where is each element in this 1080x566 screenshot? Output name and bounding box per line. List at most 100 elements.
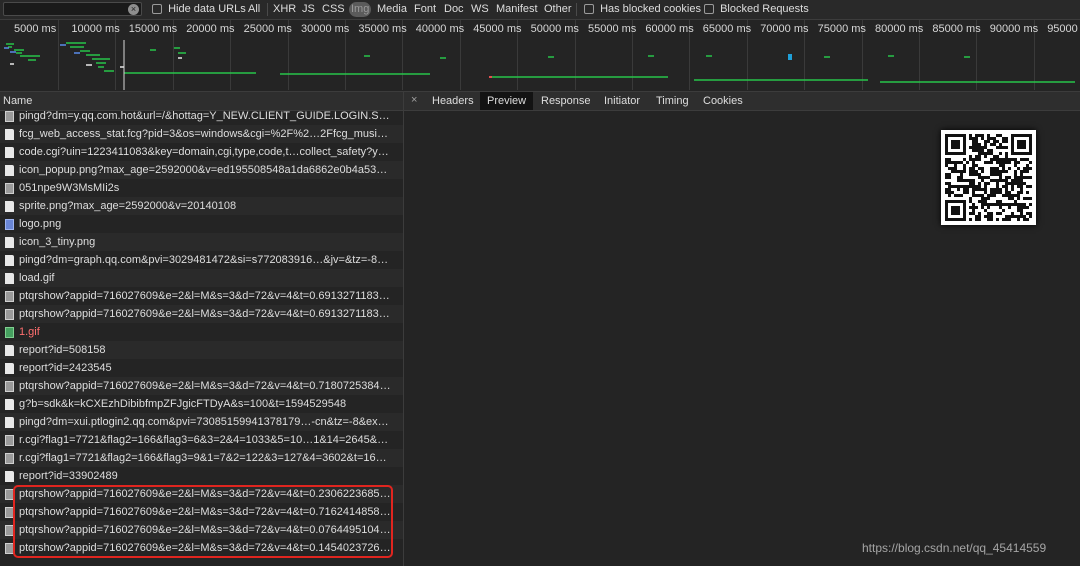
filter-type-all[interactable]: All	[246, 2, 262, 17]
filter-type-media[interactable]: Media	[375, 2, 409, 17]
qr-module	[978, 188, 981, 191]
qr-module	[990, 149, 993, 152]
qr-module	[990, 191, 993, 194]
image-icon	[5, 291, 14, 302]
qr-module	[1026, 167, 1029, 170]
qr-module	[981, 170, 984, 173]
tab-cookies[interactable]: Cookies	[696, 92, 750, 110]
tab-preview[interactable]: Preview	[480, 92, 534, 110]
request-row[interactable]: sprite.png?max_age=2592000&v=20140108	[0, 197, 403, 215]
checkbox-icon[interactable]	[584, 4, 594, 15]
qr-module	[1008, 176, 1011, 179]
filter-type-js[interactable]: JS	[300, 2, 317, 17]
qr-module	[981, 206, 984, 209]
request-row[interactable]: ptqrshow?appid=716027609&e=2&l=M&s=3&d=7…	[0, 287, 403, 305]
tab-initiator[interactable]: Initiator	[597, 92, 647, 110]
request-row[interactable]: report?id=2423545	[0, 359, 403, 377]
qr-module	[981, 200, 984, 203]
qr-module	[951, 185, 954, 188]
request-row[interactable]: report?id=33902489	[0, 467, 403, 485]
blocked-requests-toggle[interactable]: Blocked Requests	[704, 3, 809, 16]
filter-type-other[interactable]: Other	[542, 2, 574, 17]
request-row[interactable]: icon_3_tiny.png	[0, 233, 403, 251]
qr-module	[1002, 164, 1005, 167]
qr-module	[972, 206, 975, 209]
qr-module	[969, 137, 972, 140]
request-row[interactable]: ptqrshow?appid=716027609&e=2&l=M&s=3&d=7…	[0, 539, 403, 557]
request-row[interactable]: ptqrshow?appid=716027609&e=2&l=M&s=3&d=7…	[0, 521, 403, 539]
qr-module	[975, 218, 978, 221]
qr-module	[972, 194, 975, 197]
filter-type-font[interactable]: Font	[412, 2, 438, 17]
qr-module	[966, 188, 969, 191]
timeline-overview[interactable]: 5000 ms 10000 ms 15000 ms 20000 ms 25000 ms 3…	[0, 20, 1080, 90]
filter-type-img[interactable]: Img	[349, 2, 372, 17]
request-row[interactable]: r.cgi?flag1=7721&flag2=166&flag3=6&3=2&4…	[0, 431, 403, 449]
name-column-header[interactable]: Name	[0, 91, 403, 111]
filter-input[interactable]	[3, 2, 142, 16]
qr-module	[981, 176, 984, 179]
tab-headers[interactable]: Headers	[425, 92, 481, 110]
request-row[interactable]: ptqrshow?appid=716027609&e=2&l=M&s=3&d=7…	[0, 377, 403, 395]
qr-module	[1026, 158, 1029, 161]
request-row[interactable]: ptqrshow?appid=716027609&e=2&l=M&s=3&d=7…	[0, 485, 403, 503]
qr-module	[945, 164, 948, 167]
request-row[interactable]: load.gif	[0, 269, 403, 287]
qr-module	[960, 173, 963, 176]
request-row[interactable]: ptqrshow?appid=716027609&e=2&l=M&s=3&d=7…	[0, 305, 403, 323]
qr-module	[954, 167, 957, 170]
request-row[interactable]: pingd?dm=xui.ptlogin2.qq.com&pvi=7308515…	[0, 413, 403, 431]
request-row[interactable]: pingd?dm=graph.qq.com&pvi=3029481472&si=…	[0, 251, 403, 269]
qr-module	[1011, 188, 1014, 191]
qr-module	[984, 152, 987, 155]
request-row[interactable]: fcg_web_access_stat.fcg?pid=3&os=windows…	[0, 125, 403, 143]
qr-module	[1017, 203, 1020, 206]
qr-module	[1002, 167, 1005, 170]
tab-timing[interactable]: Timing	[649, 92, 696, 110]
qr-module	[1023, 215, 1026, 218]
qr-module	[999, 212, 1002, 215]
document-icon	[5, 471, 14, 482]
qr-module	[996, 173, 999, 176]
filter-type-manifest[interactable]: Manifest	[494, 2, 540, 17]
qr-module	[981, 146, 984, 149]
clear-filter-icon[interactable]: ×	[128, 4, 139, 15]
close-icon[interactable]: ×	[411, 94, 417, 106]
request-row[interactable]: 1.gif	[0, 323, 403, 341]
request-name: fcg_web_access_stat.fcg?pid=3&os=windows…	[19, 128, 391, 140]
request-list[interactable]: pingd?dm=y.qq.com.hot&url=/&hottag=Y_NEW…	[0, 111, 403, 566]
request-row[interactable]: pingd?dm=y.qq.com.hot&url=/&hottag=Y_NEW…	[0, 111, 403, 125]
request-row[interactable]: ptqrshow?appid=716027609&e=2&l=M&s=3&d=7…	[0, 503, 403, 521]
request-row[interactable]: code.cgi?uin=1223411083&key=domain,cgi,t…	[0, 143, 403, 161]
request-row[interactable]: r.cgi?flag1=7721&flag2=166&flag3=9&1=7&2…	[0, 449, 403, 467]
filter-type-xhr[interactable]: XHR	[271, 2, 298, 17]
hide-data-urls-toggle[interactable]: Hide data URLs	[152, 3, 246, 16]
qr-module	[969, 182, 972, 185]
document-icon	[5, 147, 14, 158]
qr-module	[1017, 179, 1020, 182]
qr-module	[969, 179, 972, 182]
qr-module	[963, 164, 966, 167]
request-row[interactable]: icon_popup.png?max_age=2592000&v=ed19550…	[0, 161, 403, 179]
qr-module	[990, 143, 993, 146]
checkbox-icon[interactable]	[704, 4, 714, 15]
request-row[interactable]: logo.png	[0, 215, 403, 233]
qr-module	[987, 152, 990, 155]
checkbox-icon[interactable]	[152, 4, 162, 15]
qr-module	[1023, 206, 1026, 209]
qr-module	[969, 134, 972, 137]
filter-type-ws[interactable]: WS	[469, 2, 491, 17]
filter-type-css[interactable]: CSS	[320, 2, 347, 17]
qr-module	[981, 194, 984, 197]
qr-module	[966, 191, 969, 194]
qr-module	[999, 170, 1002, 173]
request-row[interactable]: g?b=sdk&k=kCXEzhDibibfmpZFJgicFTDyA&s=10…	[0, 395, 403, 413]
has-blocked-cookies-toggle[interactable]: Has blocked cookies	[584, 3, 701, 16]
qr-module	[993, 155, 996, 158]
tab-response[interactable]: Response	[534, 92, 598, 110]
qr-module	[978, 194, 981, 197]
qr-module	[996, 158, 999, 161]
filter-type-doc[interactable]: Doc	[442, 2, 466, 17]
request-row[interactable]: 051npe9W3MsMIi2s	[0, 179, 403, 197]
request-row[interactable]: report?id=508158	[0, 341, 403, 359]
